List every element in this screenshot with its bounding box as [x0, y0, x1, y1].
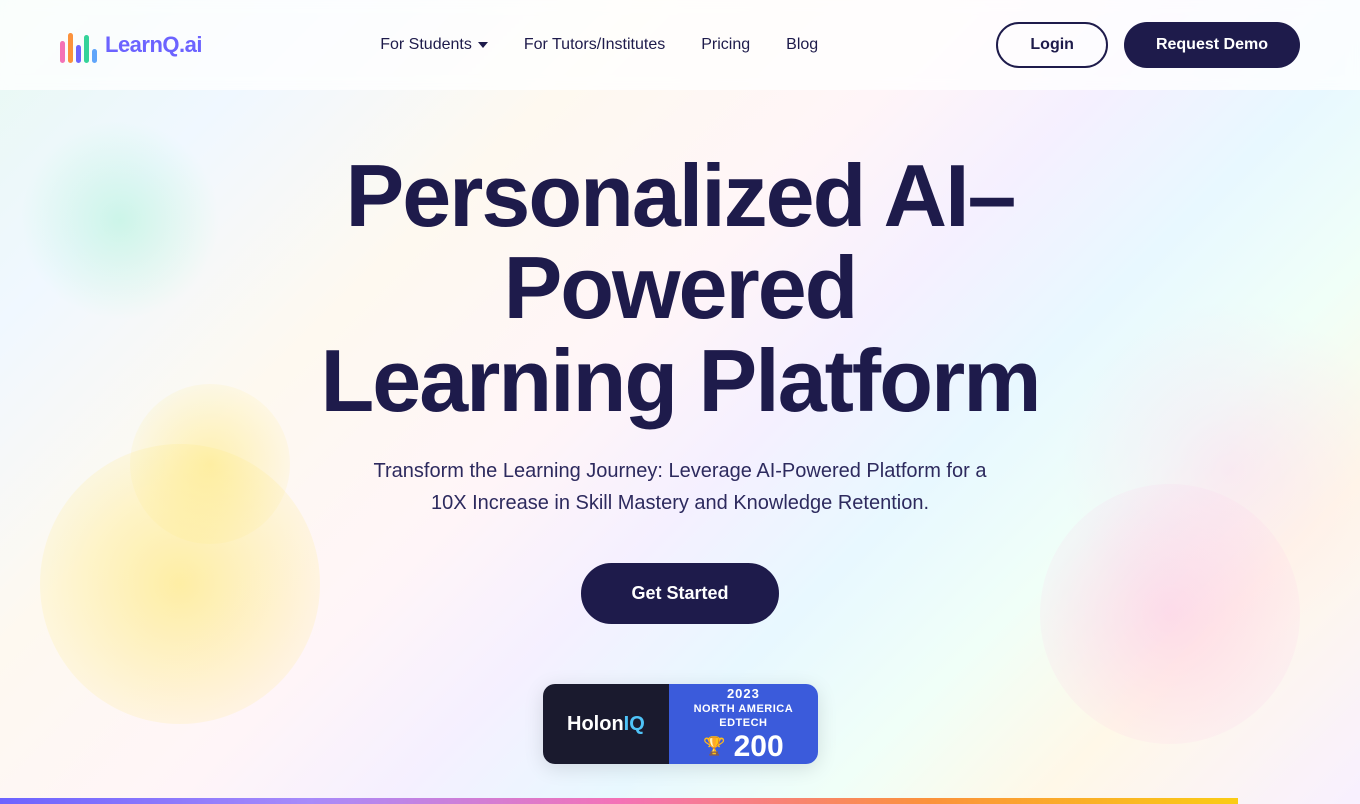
holon-number: 200	[734, 732, 784, 762]
logo-bar-3	[76, 45, 81, 63]
logo-bar-1	[60, 41, 65, 63]
holon-badge-left: HolonIQ	[543, 684, 670, 764]
get-started-button[interactable]: Get Started	[581, 563, 778, 624]
nav-link-for-tutors[interactable]: For Tutors/Institutes	[524, 36, 665, 53]
logo-text-main: LearnQ	[105, 32, 179, 57]
hero-section: Personalized AI–Powered Learning Platfor…	[0, 90, 1360, 804]
navbar: LearnQ.ai For Students For Tutors/Instit…	[0, 0, 1360, 90]
chevron-down-icon	[478, 42, 488, 48]
nav-item-pricing[interactable]: Pricing	[701, 36, 750, 54]
logo-icon	[60, 27, 97, 63]
hero-title-line1: Personalized AI–Powered	[346, 146, 1015, 337]
hero-subtitle: Transform the Learning Journey: Leverage…	[370, 455, 990, 519]
holon-year: 2023	[727, 686, 760, 701]
holon-badge-right: 2023 NORTH AMERICA EDTECH 🏆 200	[669, 684, 817, 764]
nav-item-blog[interactable]: Blog	[786, 36, 818, 54]
holon-text-main: Holon	[567, 713, 624, 735]
holon-badge: HolonIQ 2023 NORTH AMERICA EDTECH 🏆 200	[543, 684, 818, 764]
logo-bar-5	[92, 49, 97, 63]
nav-label-blog: Blog	[786, 36, 818, 53]
nav-label-for-tutors: For Tutors/Institutes	[524, 36, 665, 53]
nav-label-for-students: For Students	[380, 36, 472, 54]
logo-link[interactable]: LearnQ.ai	[60, 27, 202, 63]
nav-links: For Students For Tutors/Institutes Prici…	[380, 36, 818, 54]
nav-item-for-tutors[interactable]: For Tutors/Institutes	[524, 36, 665, 54]
nav-link-pricing[interactable]: Pricing	[701, 36, 750, 53]
logo-text-suffix: .ai	[179, 32, 202, 57]
holon-logo-text: HolonIQ	[567, 714, 645, 734]
holon-text-accent: IQ	[624, 713, 645, 735]
hero-title: Personalized AI–Powered Learning Platfor…	[180, 150, 1180, 427]
nav-link-for-students[interactable]: For Students	[380, 36, 488, 54]
holon-region: NORTH AMERICA EDTECH	[691, 703, 795, 729]
logo-bar-4	[84, 35, 89, 63]
logo-bar-2	[68, 33, 73, 63]
nav-actions: Login Request Demo	[996, 22, 1300, 68]
hero-title-line2: Learning Platform	[321, 331, 1040, 430]
nav-item-for-students[interactable]: For Students	[380, 36, 488, 54]
logo-text: LearnQ.ai	[105, 32, 202, 58]
nav-link-blog[interactable]: Blog	[786, 36, 818, 53]
holon-number-row: 🏆 200	[703, 732, 783, 762]
login-button[interactable]: Login	[996, 22, 1108, 68]
trophy-icon: 🏆	[703, 736, 725, 757]
request-demo-button[interactable]: Request Demo	[1124, 22, 1300, 68]
nav-label-pricing: Pricing	[701, 36, 750, 53]
